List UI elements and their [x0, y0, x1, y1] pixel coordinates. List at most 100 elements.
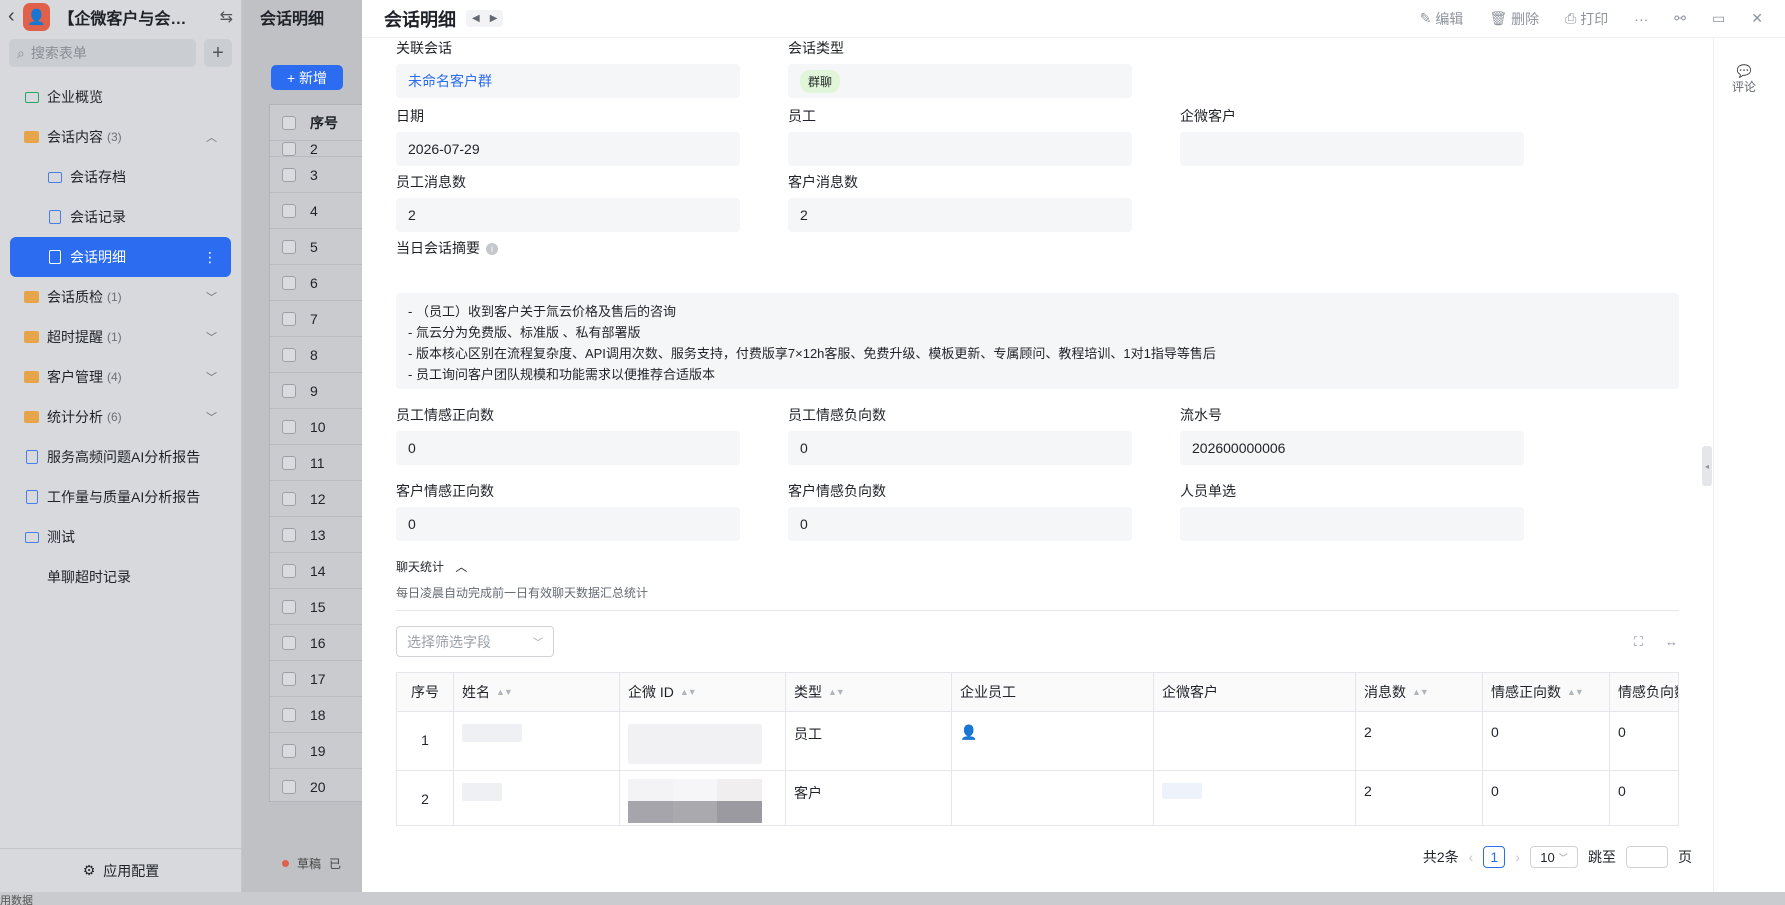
- background-table: 序号 2 3 4 5 6 7 8 9 10 11 12 13 14 15 16 17 18 19 20: [269, 104, 369, 805]
- table-row[interactable]: 17: [270, 661, 368, 697]
- column-header-wecom-id[interactable]: 企微 ID ▲▼: [620, 673, 786, 711]
- column-header-name[interactable]: 姓名 ▲▼: [454, 673, 620, 711]
- sort-icon[interactable]: ▲▼: [496, 687, 513, 697]
- page-size-select[interactable]: 10 ﹀: [1530, 846, 1578, 868]
- row-checkbox[interactable]: [282, 455, 296, 470]
- sort-icon[interactable]: ▲▼: [1567, 687, 1584, 697]
- add-form-button[interactable]: +: [204, 39, 232, 67]
- sidebar-item-session-content[interactable]: 会话内容 (3) ︿: [10, 117, 231, 157]
- table-row[interactable]: 2 客户 2 0 0: [397, 771, 1678, 825]
- chevron-left-icon[interactable]: ‹: [8, 5, 15, 28]
- sidebar-item-customer-mgmt[interactable]: 客户管理 (4) ﹀: [10, 357, 231, 397]
- fullscreen-icon[interactable]: ⛶: [1634, 634, 1643, 650]
- table-row[interactable]: 7: [270, 301, 368, 337]
- page-button[interactable]: 1: [1483, 846, 1506, 868]
- row-checkbox[interactable]: [282, 239, 296, 254]
- sidebar-item-test[interactable]: 测试: [10, 517, 231, 557]
- share-icon[interactable]: ⚯: [1674, 10, 1686, 27]
- table-row[interactable]: 15: [270, 589, 368, 625]
- app-settings-button[interactable]: ⚙ 应用配置: [0, 848, 242, 892]
- table-row[interactable]: 16: [270, 625, 368, 661]
- row-checkbox[interactable]: [282, 635, 296, 650]
- row-checkbox[interactable]: [282, 671, 296, 686]
- table-row[interactable]: 6: [270, 265, 368, 301]
- print-button[interactable]: ⎙ 打印: [1565, 9, 1608, 29]
- table-row[interactable]: 10: [270, 409, 368, 445]
- chevron-up-icon[interactable]: ︿: [206, 129, 217, 145]
- row-checkbox[interactable]: [282, 347, 296, 362]
- row-checkbox[interactable]: [282, 419, 296, 434]
- form-search-input[interactable]: ⌕ 搜索表单: [9, 39, 196, 67]
- table-row[interactable]: 3: [270, 157, 368, 193]
- table-row[interactable]: 9: [270, 373, 368, 409]
- prev-page-icon[interactable]: ‹: [1469, 849, 1474, 865]
- sidebar-item-single-timeout[interactable]: 单聊超时记录: [10, 557, 231, 597]
- sidebar-item-overview[interactable]: 企业概览: [10, 77, 231, 117]
- info-icon[interactable]: i: [486, 243, 498, 256]
- chat-stats-header[interactable]: 聊天统计 ︿: [396, 558, 467, 575]
- chevron-down-icon[interactable]: ﹀: [206, 289, 217, 305]
- table-row[interactable]: 2: [270, 141, 368, 157]
- column-header-positive[interactable]: 情感正向数 ▲▼: [1483, 673, 1610, 711]
- table-row[interactable]: 4: [270, 193, 368, 229]
- more-button[interactable]: ···: [1634, 11, 1648, 27]
- table-row[interactable]: 18: [270, 697, 368, 733]
- row-checkbox[interactable]: [282, 383, 296, 398]
- sidebar-item-session-archive[interactable]: 会话存档: [10, 157, 231, 197]
- swap-icon[interactable]: ⇆: [220, 7, 233, 27]
- column-header-negative[interactable]: 情感负向数: [1610, 673, 1678, 711]
- sidebar-item-faq-report[interactable]: 服务高频问题AI分析报告: [10, 437, 231, 477]
- table-row[interactable]: 20: [270, 769, 368, 805]
- chevron-down-icon[interactable]: ﹀: [206, 329, 217, 345]
- sidebar-item-session-record[interactable]: 会话记录: [10, 197, 231, 237]
- next-page-icon[interactable]: ›: [1515, 849, 1520, 865]
- table-row[interactable]: 8: [270, 337, 368, 373]
- sidebar-item-statistics[interactable]: 统计分析 (6) ﹀: [10, 397, 231, 437]
- row-checkbox[interactable]: [282, 707, 296, 722]
- chevron-down-icon[interactable]: ﹀: [206, 369, 217, 385]
- row-checkbox[interactable]: [282, 743, 296, 758]
- next-record-icon[interactable]: ▶: [490, 13, 498, 24]
- prev-record-icon[interactable]: ◀: [472, 13, 480, 24]
- related-session-link[interactable]: 未命名客户群: [408, 71, 492, 91]
- filter-field-select[interactable]: 选择筛选字段 ﹀: [396, 626, 554, 657]
- column-width-icon[interactable]: ↔: [1665, 634, 1678, 650]
- column-header-type[interactable]: 类型 ▲▼: [786, 673, 952, 711]
- select-all-checkbox[interactable]: [282, 115, 296, 130]
- sort-icon[interactable]: ▲▼: [1412, 687, 1429, 697]
- chevron-down-icon[interactable]: ﹀: [206, 409, 217, 425]
- table-row[interactable]: 13: [270, 517, 368, 553]
- table-row[interactable]: 11: [270, 445, 368, 481]
- column-header-msg-count[interactable]: 消息数 ▲▼: [1356, 673, 1483, 711]
- maximize-icon[interactable]: ▭: [1712, 10, 1725, 27]
- row-checkbox[interactable]: [282, 141, 296, 156]
- table-row[interactable]: 14: [270, 553, 368, 589]
- edit-button[interactable]: ✎ 编辑: [1420, 9, 1464, 29]
- row-checkbox[interactable]: [282, 599, 296, 614]
- collapse-handle[interactable]: ◂: [1702, 446, 1712, 486]
- more-vertical-icon[interactable]: ⋮: [203, 249, 217, 266]
- sidebar-item-quality-check[interactable]: 会话质检 (1) ﹀: [10, 277, 231, 317]
- table-row[interactable]: 19: [270, 733, 368, 769]
- sort-icon[interactable]: ▲▼: [828, 687, 845, 697]
- delete-button[interactable]: 🗑 删除: [1489, 9, 1539, 29]
- jump-page-input[interactable]: [1626, 846, 1668, 868]
- row-checkbox[interactable]: [282, 563, 296, 578]
- row-checkbox[interactable]: [282, 779, 296, 794]
- row-checkbox[interactable]: [282, 527, 296, 542]
- row-checkbox[interactable]: [282, 167, 296, 182]
- sidebar-item-workload-report[interactable]: 工作量与质量AI分析报告: [10, 477, 231, 517]
- table-row[interactable]: 5: [270, 229, 368, 265]
- table-row[interactable]: 1 员工 👤 2 0 0: [397, 712, 1678, 771]
- sidebar-item-session-detail[interactable]: 会话明细 ⋮: [10, 237, 231, 277]
- comment-button[interactable]: 💬 评论: [1732, 64, 1756, 95]
- close-icon[interactable]: ✕: [1751, 10, 1763, 27]
- row-checkbox[interactable]: [282, 311, 296, 326]
- new-record-button[interactable]: + 新增: [271, 65, 343, 90]
- sort-icon[interactable]: ▲▼: [680, 687, 697, 697]
- row-checkbox[interactable]: [282, 275, 296, 290]
- row-checkbox[interactable]: [282, 491, 296, 506]
- sidebar-item-timeout-reminder[interactable]: 超时提醒 (1) ﹀: [10, 317, 231, 357]
- row-checkbox[interactable]: [282, 203, 296, 218]
- table-row[interactable]: 12: [270, 481, 368, 517]
